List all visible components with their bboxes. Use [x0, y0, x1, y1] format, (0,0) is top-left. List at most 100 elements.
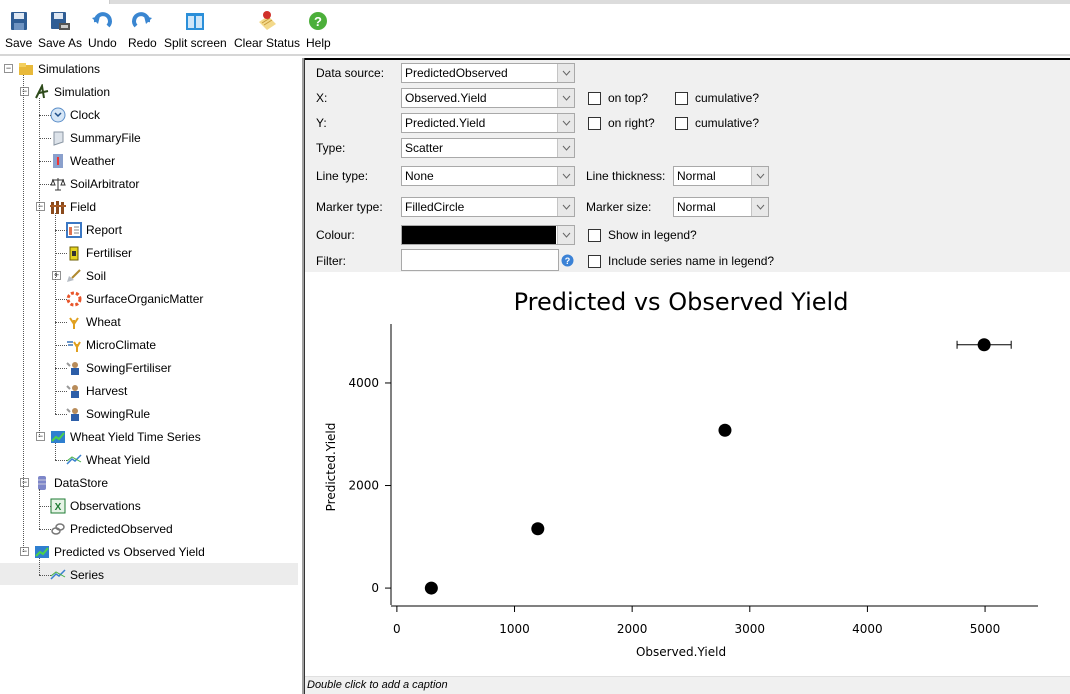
- tree-node-observations[interactable]: X Observations: [50, 496, 141, 516]
- checkbox-box[interactable]: [588, 254, 601, 268]
- tree-node-weather[interactable]: Weather: [50, 151, 115, 171]
- x-on-top-checkbox[interactable]: on top?: [588, 91, 648, 105]
- chevron-down-icon[interactable]: [557, 114, 574, 132]
- tree-node-label: SowingRule: [86, 407, 151, 421]
- colour-label: Colour:: [316, 228, 355, 242]
- x-axis-label: Observed.Yield: [636, 645, 726, 659]
- tree-node-wheat-yield-time-series[interactable]: Wheat Yield Time Series: [50, 427, 201, 447]
- tree-node-label: Simulations: [38, 62, 101, 76]
- chevron-down-icon[interactable]: [557, 64, 574, 82]
- data-source-value: PredictedObserved: [405, 66, 508, 80]
- tree-connector: [39, 138, 51, 139]
- x-field-dropdown[interactable]: Observed.Yield: [401, 88, 575, 108]
- tree-connector: [55, 443, 56, 460]
- chevron-down-icon[interactable]: [557, 167, 574, 185]
- y-field-dropdown[interactable]: Predicted.Yield: [401, 113, 575, 133]
- colour-dropdown[interactable]: [401, 225, 575, 245]
- checkbox-box[interactable]: [588, 116, 601, 130]
- tree-node-fertiliser[interactable]: Fertiliser: [66, 243, 132, 263]
- tree-node-surfaceorganicmatter[interactable]: SurfaceOrganicMatter: [66, 289, 203, 309]
- tree-node-simulations[interactable]: Simulations: [18, 59, 100, 79]
- line-thickness-dropdown[interactable]: Normal: [673, 166, 769, 186]
- collapse-icon[interactable]: −: [20, 87, 29, 96]
- tree-connector: [23, 75, 24, 552]
- chevron-down-icon[interactable]: [557, 139, 574, 157]
- tree-node-label: SurfaceOrganicMatter: [86, 292, 204, 306]
- chevron-down-icon[interactable]: [557, 89, 574, 107]
- y-on-right-checkbox[interactable]: on right?: [588, 116, 655, 130]
- collapse-icon[interactable]: −: [20, 547, 29, 556]
- marker-size-value: Normal: [677, 200, 716, 214]
- x-cumulative-checkbox[interactable]: cumulative?: [675, 91, 759, 105]
- chevron-down-icon[interactable]: [751, 167, 768, 185]
- tree-node-soilarbitrator[interactable]: SoilArbitrator: [50, 174, 139, 194]
- checkbox-box[interactable]: [675, 116, 688, 130]
- tree-node-field[interactable]: Field: [50, 197, 96, 217]
- checkbox-box[interactable]: [588, 228, 601, 242]
- tree-node-series[interactable]: Series: [50, 565, 104, 585]
- marker-size-dropdown[interactable]: Normal: [673, 197, 769, 217]
- chart-caption[interactable]: Double click to add a caption: [305, 676, 1070, 694]
- include-series-name-checkbox[interactable]: Include series name in legend?: [588, 254, 774, 268]
- clear-status-icon: [256, 10, 278, 32]
- chevron-down-icon[interactable]: [557, 198, 574, 216]
- tree-node-wheat-yield[interactable]: Wheat Yield: [66, 450, 150, 470]
- tree-node-label: Wheat: [86, 315, 121, 329]
- tree-node-label: SummaryFile: [70, 131, 141, 145]
- expand-icon[interactable]: +: [52, 271, 61, 280]
- tree-node-sowingrule[interactable]: SowingRule: [66, 404, 150, 424]
- chevron-down-icon[interactable]: [751, 198, 768, 216]
- chevron-down-icon[interactable]: [557, 226, 574, 244]
- tree-node-clock[interactable]: Clock: [50, 105, 100, 125]
- tree-node-wheat[interactable]: Wheat: [66, 312, 121, 332]
- checkbox-box[interactable]: [675, 91, 688, 105]
- undo-button[interactable]: Undo: [88, 10, 117, 50]
- tree-node-report[interactable]: Report: [66, 220, 122, 240]
- link-icon: [50, 521, 66, 537]
- tree-node-label: MicroClimate: [86, 338, 157, 352]
- line-thickness-label: Line thickness:: [586, 169, 666, 183]
- marker-size-label: Marker size:: [586, 200, 652, 214]
- graph-icon: [34, 544, 50, 560]
- line-type-dropdown[interactable]: None: [401, 166, 575, 186]
- tree-node-predictedobserved[interactable]: PredictedObserved: [50, 519, 173, 539]
- tree-node-label: Report: [86, 223, 123, 237]
- tree-node-datastore[interactable]: DataStore: [34, 473, 108, 493]
- tree-node-soil[interactable]: Soil: [66, 266, 106, 286]
- x-tick-label: 0: [393, 622, 401, 636]
- surface-organic-matter-icon: [66, 291, 82, 307]
- tree-node-microclimate[interactable]: MicroClimate: [66, 335, 156, 355]
- x-tick-label: 4000: [852, 622, 883, 636]
- tree-node-simulation[interactable]: Simulation: [34, 82, 110, 102]
- data-source-dropdown[interactable]: PredictedObserved: [401, 63, 575, 83]
- help-button[interactable]: ? Help: [306, 10, 331, 50]
- collapse-icon[interactable]: −: [36, 202, 45, 211]
- clear-status-button[interactable]: Clear Status: [234, 10, 300, 50]
- wheat-icon: [66, 314, 82, 330]
- collapse-icon[interactable]: −: [20, 478, 29, 487]
- y-cumulative-checkbox[interactable]: cumulative?: [675, 116, 759, 130]
- type-dropdown[interactable]: Scatter: [401, 138, 575, 158]
- save-as-button[interactable]: Save As: [38, 10, 82, 50]
- split-screen-button[interactable]: Split screen: [164, 10, 227, 50]
- line-thickness-value: Normal: [677, 169, 716, 183]
- checkbox-box[interactable]: [588, 91, 601, 105]
- collapse-icon[interactable]: −: [36, 432, 45, 441]
- svg-text:X: X: [55, 502, 62, 513]
- marker-type-dropdown[interactable]: FilledCircle: [401, 197, 575, 217]
- tree-node-summaryfile[interactable]: SummaryFile: [50, 128, 141, 148]
- redo-button[interactable]: Redo: [128, 10, 157, 50]
- filter-input[interactable]: [401, 249, 559, 271]
- filter-help-icon[interactable]: ?: [561, 254, 574, 267]
- tree-connector: [39, 98, 40, 437]
- x-field-value: Observed.Yield: [405, 91, 487, 105]
- collapse-icon[interactable]: −: [4, 64, 13, 73]
- fertiliser-icon: [66, 245, 82, 261]
- tree-node-predicted-vs-observed-yield[interactable]: Predicted vs Observed Yield: [34, 542, 205, 562]
- save-button[interactable]: Save: [5, 10, 32, 50]
- scatter-chart[interactable]: Predicted vs Observed Yield 0 1000 2000 300…: [305, 274, 1070, 676]
- data-point: [424, 581, 438, 595]
- tree-node-harvest[interactable]: Harvest: [66, 381, 127, 401]
- tree-node-sowingfertiliser[interactable]: SowingFertiliser: [66, 358, 171, 378]
- show-in-legend-checkbox[interactable]: Show in legend?: [588, 228, 697, 242]
